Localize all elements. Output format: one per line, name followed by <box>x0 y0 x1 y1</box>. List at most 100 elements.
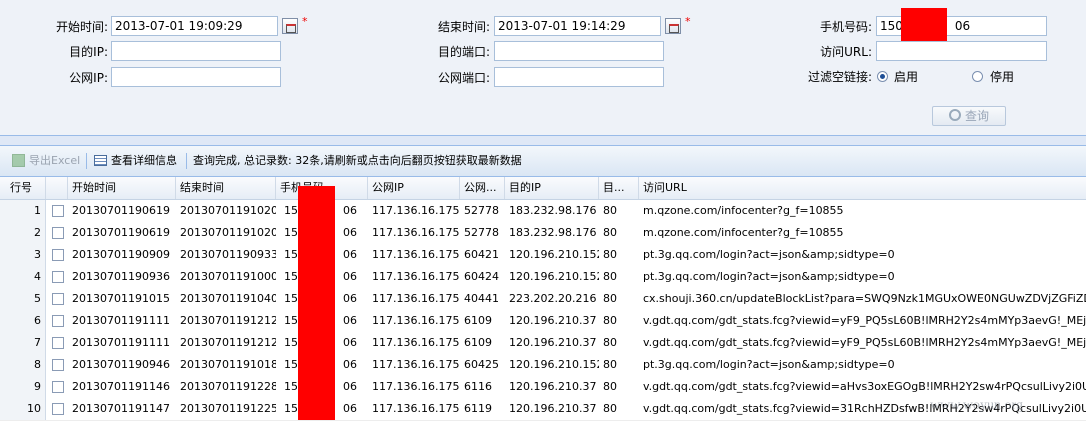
col-public-ip[interactable]: 公网IP <box>368 177 460 199</box>
cell-dest-port: 80 <box>603 336 617 349</box>
table-row[interactable]: 7 20130701191111 20130701191212 117.136.16.… <box>0 332 1086 355</box>
phone-suffix: 06 <box>343 226 357 239</box>
public-ip-input[interactable] <box>111 67 281 87</box>
query-button-label: 查询 <box>964 109 989 123</box>
cell-dest-ip: 120.196.210.152 <box>509 270 599 283</box>
table-row[interactable]: 3 20130701190909 20130701190933 117.136.16.… <box>0 244 1086 267</box>
phone-prefix: 150 <box>880 19 903 33</box>
row-checkbox[interactable] <box>52 337 64 349</box>
table-row[interactable]: 9 20130701191146 20130701191228 117.136.16.… <box>0 376 1086 399</box>
cell-visit-url: cx.shouji.360.cn/updateBlockList?para=SW… <box>643 292 1086 305</box>
phone-label: 手机号码: <box>819 20 872 34</box>
cell-start-time: 20130701190936 <box>72 270 170 283</box>
cell-visit-url: v.gdt.qq.com/gdt_stats.fcg?viewid=yF9_PQ… <box>643 336 1086 349</box>
row-checkbox[interactable] <box>52 271 64 283</box>
cell-dest-port: 80 <box>603 204 617 217</box>
required-mark: * <box>302 15 308 28</box>
cell-end-time: 20130701191000 <box>180 270 276 283</box>
cell-dest-port: 80 <box>603 380 617 393</box>
phone-redaction <box>901 8 947 44</box>
cell-visit-url: pt.3g.qq.com/login?act=json&amp;sidtype=… <box>643 270 895 283</box>
row-checkbox[interactable] <box>52 403 64 415</box>
cell-row-number: 9 <box>0 376 46 398</box>
cell-row-number: 5 <box>0 288 46 310</box>
visit-url-label: 访问URL: <box>820 45 872 59</box>
cell-public-ip: 117.136.16.175 <box>372 292 460 305</box>
disable-radio-label[interactable]: 停用 <box>990 70 1014 84</box>
export-excel-button[interactable]: 导出Excel <box>12 146 80 176</box>
cell-visit-url: m.qzone.com/infocenter?g_f=10855 <box>643 226 844 239</box>
table-row[interactable]: 10 20130701191147 20130701191225 117.136.16… <box>0 398 1086 421</box>
col-dest-port[interactable]: 目... <box>599 177 639 199</box>
phone-suffix: 06 <box>343 402 357 415</box>
cell-start-time: 20130701191111 <box>72 336 170 349</box>
dest-ip-input[interactable] <box>111 41 281 61</box>
col-select[interactable] <box>46 177 68 199</box>
cell-public-port: 40441 <box>464 292 499 305</box>
row-checkbox[interactable] <box>52 315 64 327</box>
row-checkbox[interactable] <box>52 359 64 371</box>
col-dest-ip[interactable]: 目的IP <box>505 177 599 199</box>
start-calendar-icon[interactable] <box>282 18 298 34</box>
table-row[interactable]: 2 20130701190619 20130701191020 117.136.16.… <box>0 222 1086 245</box>
cell-public-ip: 117.136.16.175 <box>372 226 460 239</box>
cell-public-port: 6109 <box>464 336 492 349</box>
table-row[interactable]: 6 20130701191111 20130701191212 117.136.16.… <box>0 310 1086 333</box>
row-checkbox[interactable] <box>52 381 64 393</box>
table-row[interactable]: 4 20130701190936 20130701191000 117.136.16.… <box>0 266 1086 289</box>
cell-dest-ip: 120.196.210.152 <box>509 358 599 371</box>
watermark-text: www.woyun.org <box>930 398 1023 413</box>
end-time-label: 结束时间: <box>437 20 490 34</box>
phone-column-redaction <box>298 186 335 420</box>
dest-ip-label: 目的IP: <box>69 45 108 59</box>
start-time-input[interactable]: 2013-07-01 19:09:29 <box>111 16 278 36</box>
export-excel-label: 导出Excel <box>29 154 81 167</box>
public-port-input[interactable] <box>494 67 664 87</box>
col-visit-url[interactable]: 访问URL <box>639 177 1086 199</box>
view-details-label: 查看详细信息 <box>111 154 177 167</box>
cell-public-port: 60424 <box>464 270 499 283</box>
enable-radio[interactable] <box>877 71 888 82</box>
row-checkbox[interactable] <box>52 293 64 305</box>
cell-visit-url: v.gdt.qq.com/gdt_stats.fcg?viewid=aHvs3o… <box>643 380 1086 393</box>
view-details-button[interactable]: 查看详细信息 <box>94 146 177 176</box>
row-checkbox[interactable] <box>52 227 64 239</box>
cell-end-time: 20130701190933 <box>180 248 276 261</box>
disable-radio[interactable] <box>972 71 983 82</box>
grid-header: 行号 开始时间 结束时间 手机号码 公网IP 公网... 目的IP 目... 访… <box>0 177 1086 200</box>
table-row[interactable]: 1 20130701190619 20130701191020 117.136.16.… <box>0 200 1086 223</box>
toolbar-divider <box>186 153 187 169</box>
phone-suffix: 06 <box>954 19 971 33</box>
search-icon <box>948 109 961 121</box>
cell-row-number: 6 <box>0 310 46 332</box>
cell-row-number: 4 <box>0 266 46 288</box>
cell-start-time: 20130701191015 <box>72 292 170 305</box>
grid-toolbar: 导出Excel 查看详细信息 查询完成, 总记录数: 32条,请刷新或点击向后翻… <box>0 146 1086 177</box>
cell-start-time: 20130701191146 <box>72 380 170 393</box>
cell-row-number: 7 <box>0 332 46 354</box>
visit-url-input[interactable] <box>876 41 1047 61</box>
end-time-input[interactable]: 2013-07-01 19:14:29 <box>494 16 661 36</box>
dest-port-input[interactable] <box>494 41 664 61</box>
col-public-port[interactable]: 公网... <box>460 177 505 199</box>
phone-suffix: 06 <box>343 248 357 261</box>
enable-radio-label[interactable]: 启用 <box>894 70 918 84</box>
query-button[interactable]: 查询 <box>932 106 1006 126</box>
cell-dest-ip: 183.232.98.176 <box>509 226 597 239</box>
cell-dest-port: 80 <box>603 292 617 305</box>
row-checkbox[interactable] <box>52 205 64 217</box>
cell-public-port: 52778 <box>464 226 499 239</box>
row-checkbox[interactable] <box>52 249 64 261</box>
table-row[interactable]: 8 20130701190946 20130701191018 117.136.16.… <box>0 354 1086 377</box>
col-end-time[interactable]: 结束时间 <box>176 177 276 199</box>
col-start-time[interactable]: 开始时间 <box>68 177 176 199</box>
end-calendar-icon[interactable] <box>665 18 681 34</box>
cell-end-time: 20130701191225 <box>180 402 276 415</box>
table-row[interactable]: 5 20130701191015 20130701191040 117.136.16.… <box>0 288 1086 311</box>
cell-row-number: 2 <box>0 222 46 244</box>
phone-suffix: 06 <box>343 204 357 217</box>
cell-end-time: 20130701191228 <box>180 380 276 393</box>
col-row-number[interactable]: 行号 <box>0 177 46 199</box>
required-mark: * <box>685 15 691 28</box>
cell-public-port: 60421 <box>464 248 499 261</box>
